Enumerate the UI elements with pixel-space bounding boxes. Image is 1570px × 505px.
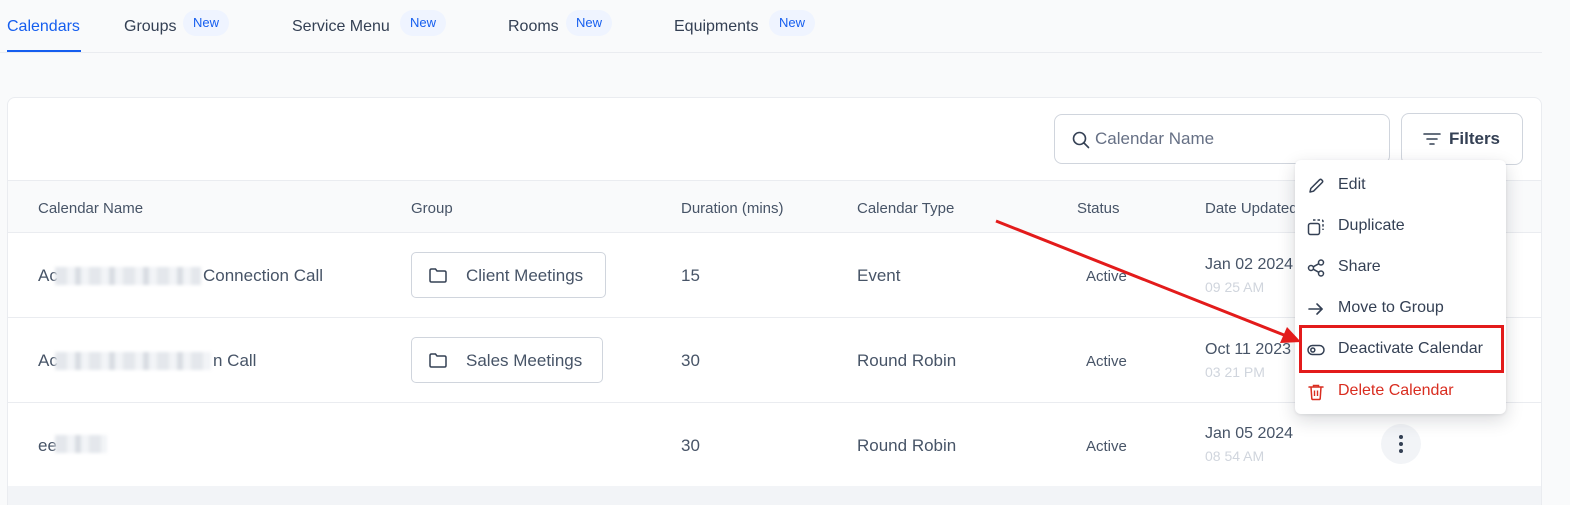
- folder-icon: [429, 268, 447, 288]
- menu-item-label: Duplicate: [1338, 217, 1405, 234]
- group-chip[interactable]: Client Meetings: [411, 252, 606, 298]
- group-label: Client Meetings: [466, 266, 584, 285]
- group-chip[interactable]: Sales Meetings: [411, 337, 603, 383]
- group-label: Sales Meetings: [466, 351, 583, 370]
- redacted-text: [55, 352, 211, 370]
- annotation-highlight-box: [1299, 325, 1504, 373]
- column-header[interactable]: Calendar Name: [38, 200, 143, 217]
- duration-value: 15: [681, 266, 700, 285]
- menu-item-label: Delete Calendar: [1338, 382, 1454, 399]
- tab-service-menu[interactable]: Service Menu: [292, 18, 390, 36]
- calendar-type-value: Round Robin: [857, 436, 957, 455]
- new-badge: New: [769, 10, 816, 36]
- new-badge: New: [183, 10, 230, 36]
- table-row[interactable]: ee 30 Round Robin Active Jan 05 2024 08 …: [8, 403, 1541, 488]
- date-updated: Jan 02 2024: [1205, 256, 1294, 273]
- menu-item-duplicate[interactable]: Duplicate: [1295, 209, 1506, 245]
- menu-item-share[interactable]: Share: [1295, 250, 1506, 286]
- menu-item-delete-calendar[interactable]: Delete Calendar: [1295, 374, 1506, 410]
- menu-item-move-to-group[interactable]: Move to Group: [1295, 291, 1506, 327]
- status-value: Active: [1086, 268, 1127, 285]
- date-updated: Oct 11 2023: [1205, 341, 1291, 358]
- active-tab-indicator: [7, 50, 81, 52]
- calendar-type-value: Round Robin: [857, 351, 957, 370]
- column-header[interactable]: Calendar Type: [857, 200, 954, 217]
- duplicate-icon: [1307, 218, 1325, 241]
- row-actions-menu: Edit Duplicate Share Move to Group Deact…: [1295, 160, 1506, 414]
- column-header[interactable]: Status: [1077, 200, 1120, 217]
- pencil-icon: [1307, 177, 1325, 200]
- status-value: Active: [1086, 438, 1127, 455]
- column-header[interactable]: Date Updated: [1205, 200, 1298, 217]
- filters-label: Filters: [1449, 129, 1501, 148]
- menu-item-label: Move to Group: [1338, 299, 1444, 316]
- column-header[interactable]: Duration (mins): [681, 200, 784, 217]
- menu-item-edit[interactable]: Edit: [1295, 168, 1506, 204]
- new-badge: New: [566, 10, 613, 36]
- trash-icon: [1307, 383, 1325, 406]
- new-badge: New: [400, 10, 447, 36]
- row-actions-kebab-icon[interactable]: [1381, 424, 1421, 464]
- tab-groups[interactable]: Groups: [124, 18, 176, 36]
- arrow-right-icon: [1307, 300, 1325, 323]
- column-header[interactable]: Group: [411, 200, 453, 217]
- search-icon: [1072, 131, 1090, 154]
- tab-calendars[interactable]: Calendars: [7, 18, 80, 36]
- tab-rooms[interactable]: Rooms: [508, 18, 559, 36]
- status-value: Active: [1086, 353, 1127, 370]
- tab-bar: Calendars Groups New Service Menu New Ro…: [0, 0, 1542, 53]
- table-footer: [8, 486, 1541, 505]
- menu-item-label: Share: [1338, 258, 1381, 275]
- filters-button[interactable]: Filters: [1401, 113, 1523, 165]
- calendar-name-suffix[interactable]: Connection Call: [203, 266, 323, 286]
- redacted-text: [55, 267, 201, 285]
- duration-value: 30: [681, 436, 700, 455]
- folder-icon: [429, 353, 447, 373]
- search-input[interactable]: [1095, 128, 1375, 150]
- tab-equipments[interactable]: Equipments: [674, 18, 759, 36]
- filter-icon: [1423, 131, 1441, 151]
- time-updated: 08 54 AM: [1205, 448, 1265, 464]
- search-box[interactable]: [1054, 114, 1390, 164]
- date-updated: Jan 05 2024: [1205, 425, 1294, 442]
- calendar-type-value: Event: [857, 266, 901, 285]
- time-updated: 03 21 PM: [1205, 364, 1265, 380]
- redacted-text: [55, 435, 107, 453]
- calendar-name-suffix[interactable]: n Call: [213, 351, 256, 371]
- menu-item-label: Edit: [1338, 176, 1366, 193]
- duration-value: 30: [681, 351, 700, 370]
- share-icon: [1307, 259, 1325, 282]
- time-updated: 09 25 AM: [1205, 279, 1265, 295]
